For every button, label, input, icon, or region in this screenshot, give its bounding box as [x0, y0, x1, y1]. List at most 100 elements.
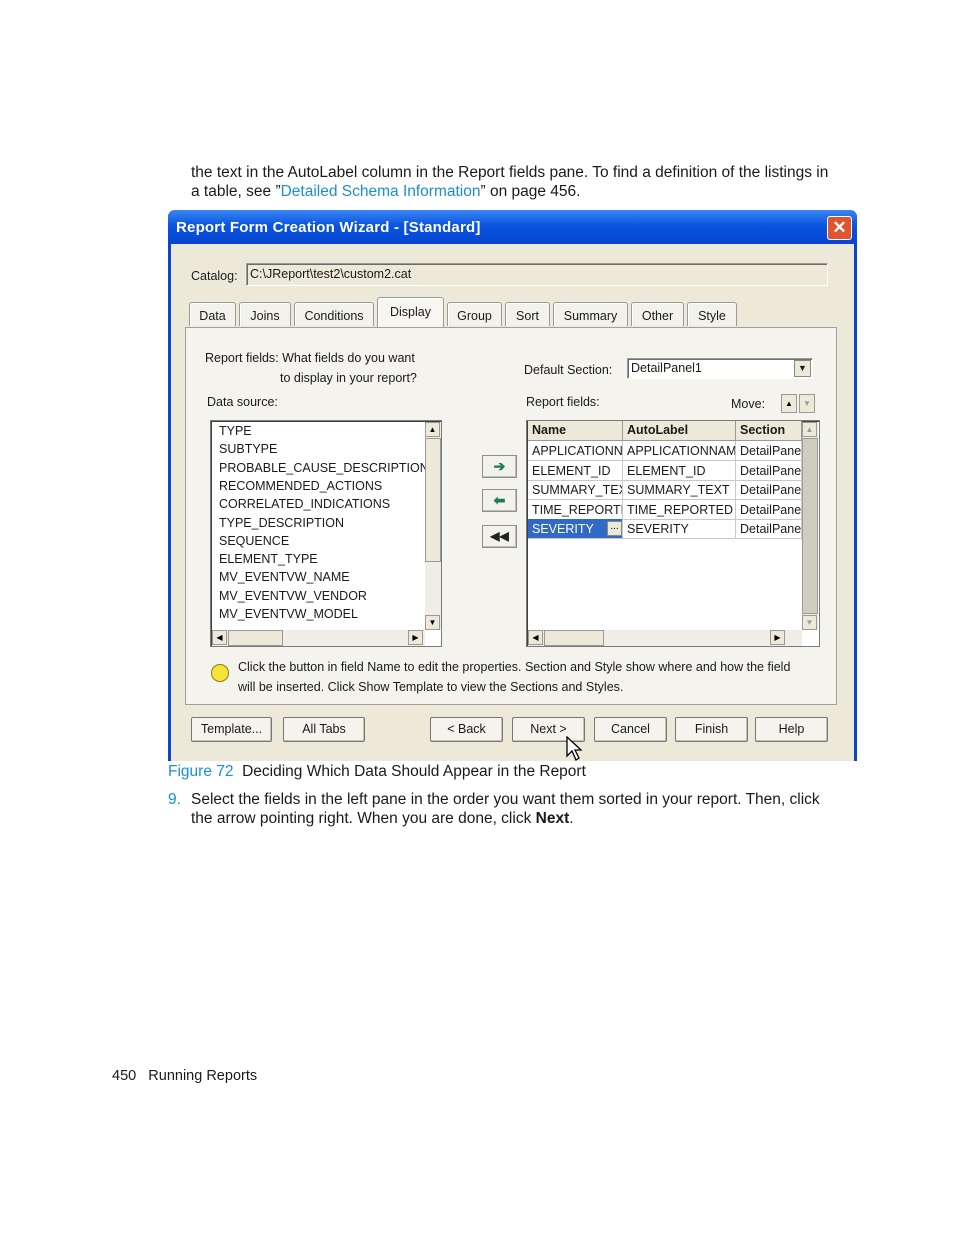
report-fields-grid[interactable]: Name AutoLabel Section APPLICATIONN. APPL… — [526, 420, 820, 647]
grid-vertical-scrollbar[interactable]: ▲ ▼ — [802, 422, 818, 630]
scroll-up-icon[interactable]: ▲ — [425, 422, 440, 437]
move-label: Move: — [731, 397, 766, 411]
list-item[interactable]: PROBABLE_CAUSE_DESCRIPTION — [219, 461, 429, 475]
table-cell[interactable]: DetailPane — [736, 460, 802, 481]
tab-summary[interactable]: Summary — [553, 302, 628, 326]
data-source-label: Data source: — [207, 395, 278, 409]
scroll-left-icon[interactable]: ◀ — [212, 630, 227, 645]
list-item[interactable]: TYPE_DESCRIPTION — [219, 516, 344, 530]
grid-scroll-down-icon[interactable]: ▼ — [802, 615, 817, 630]
list-item[interactable]: RECOMMENDED_ACTIONS — [219, 479, 382, 493]
next-emphasis: Next — [535, 810, 570, 827]
grid-scroll-up-icon[interactable]: ▲ — [802, 422, 817, 437]
default-section-select[interactable]: DetailPanel1 ▼ — [627, 358, 813, 379]
table-cell[interactable]: SEVERITY — [623, 519, 736, 539]
catalog-field[interactable]: C:\JReport\test2\custom2.cat — [246, 263, 828, 286]
schema-link[interactable]: Detailed Schema Information — [281, 183, 481, 200]
scroll-thumb[interactable] — [425, 438, 441, 562]
page-number: 450 — [112, 1068, 137, 1084]
tab-style[interactable]: Style — [687, 302, 737, 326]
grid-scroll-right-icon[interactable]: ▶ — [770, 630, 785, 645]
list-item[interactable]: ELEMENT_TYPE — [219, 552, 318, 566]
grid-scroll-thumb[interactable] — [802, 438, 818, 614]
instruction-line2: to display in your report? — [280, 371, 417, 385]
move-down-icon[interactable]: ▼ — [799, 394, 815, 413]
instruction-line1: Report fields: What fields do you want — [205, 351, 415, 365]
field-properties-button[interactable]: ... — [607, 521, 622, 536]
tab-conditions[interactable]: Conditions — [294, 302, 374, 326]
col-header-section[interactable]: Section — [736, 421, 802, 441]
table-cell[interactable]: DetailPane — [736, 441, 802, 461]
hint-line1: Click the button in field Name to edit t… — [238, 660, 791, 674]
table-cell[interactable]: DetailPane — [736, 480, 802, 500]
catalog-label: Catalog: — [191, 269, 238, 283]
tab-display[interactable]: Display — [377, 297, 444, 327]
scroll-down-icon[interactable]: ▼ — [425, 615, 440, 630]
move-up-icon[interactable]: ▲ — [781, 394, 797, 413]
grid-horizontal-scrollbar[interactable]: ◀ ▶ — [528, 630, 802, 646]
hscroll-thumb[interactable] — [228, 630, 283, 646]
tab-sort[interactable]: Sort — [505, 302, 550, 326]
chevron-down-icon[interactable]: ▼ — [794, 360, 811, 377]
table-cell[interactable]: ELEMENT_ID — [623, 460, 736, 481]
lightbulb-icon — [211, 664, 229, 682]
list-item[interactable]: CORRELATED_INDICATIONS — [219, 497, 390, 511]
all-tabs-button[interactable]: All Tabs — [283, 717, 365, 742]
table-cell[interactable]: DetailPane — [736, 499, 802, 520]
add-field-arrow-icon[interactable]: ➔ — [482, 455, 517, 478]
step-number: 9. — [168, 791, 181, 808]
col-header-name[interactable]: Name — [528, 421, 623, 441]
help-button[interactable]: Help — [755, 717, 828, 742]
table-cell[interactable]: APPLICATIONN. — [528, 441, 623, 461]
table-cell[interactable]: DetailPane — [736, 519, 802, 539]
template-button[interactable]: Template... — [191, 717, 272, 742]
footer-section: Running Reports — [148, 1068, 258, 1084]
grid-hscroll-thumb[interactable] — [544, 630, 604, 646]
scroll-right-icon[interactable]: ▶ — [408, 630, 423, 645]
remove-all-arrow-icon[interactable]: ◀◀ — [482, 525, 517, 548]
table-cell[interactable]: ELEMENT_ID — [528, 460, 623, 481]
dialog-title: Report Form Creation Wizard - [Standard] — [176, 219, 481, 236]
grid-scroll-left-icon[interactable]: ◀ — [528, 630, 543, 645]
list-item[interactable]: MV_EVENTVW_MODEL — [219, 607, 358, 621]
tab-joins[interactable]: Joins — [239, 302, 291, 326]
default-section-value: DetailPanel1 — [631, 361, 702, 375]
title-bar[interactable]: Report Form Creation Wizard - [Standard]… — [168, 210, 857, 244]
horizontal-scrollbar[interactable]: ◀ ▶ — [212, 630, 425, 646]
list-item[interactable]: SUBTYPE — [219, 442, 277, 456]
display-panel: Report fields: What fields do you want t… — [185, 327, 837, 705]
figure-caption: Figure 72 Deciding Which Data Should App… — [168, 762, 586, 781]
close-icon[interactable]: ✕ — [827, 216, 852, 240]
step-body: Select the fields in the left pane in th… — [191, 790, 841, 828]
cancel-button[interactable]: Cancel — [594, 717, 667, 742]
back-button[interactable]: < Back — [430, 717, 503, 742]
tab-other[interactable]: Other — [631, 302, 684, 326]
step-text: Select the fields in the left pane in th… — [191, 791, 820, 827]
table-cell[interactable]: APPLICATIONNAM — [623, 441, 736, 461]
remove-field-arrow-icon[interactable]: ⬅ — [482, 489, 517, 512]
hint-line2: will be inserted. Click Show Template to… — [238, 680, 624, 694]
data-source-list[interactable]: TYPE SUBTYPE PROBABLE_CAUSE_DESCRIPTION REC… — [210, 420, 442, 647]
page-footer: 450 Running Reports — [112, 1067, 257, 1086]
caption-text: Deciding Which Data Should Appear in the… — [242, 763, 586, 780]
vertical-scrollbar[interactable]: ▲ ▼ — [425, 422, 441, 630]
col-header-autolabel[interactable]: AutoLabel — [623, 421, 736, 441]
default-section-label: Default Section: — [524, 363, 613, 377]
list-item[interactable]: TYPE — [219, 424, 252, 438]
table-cell[interactable]: TIME_REPORTE — [528, 499, 623, 520]
table-cell[interactable]: SUMMARY_TEXT — [623, 480, 736, 500]
tab-group[interactable]: Group — [447, 302, 502, 326]
dialog-client: Catalog: C:\JReport\test2\custom2.cat Da… — [171, 244, 854, 761]
list-item[interactable]: MV_EVENTVW_NAME — [219, 570, 350, 584]
table-cell[interactable]: TIME_REPORTED — [623, 499, 736, 520]
wizard-dialog: Report Form Creation Wizard - [Standard]… — [168, 210, 857, 761]
finish-button[interactable]: Finish — [675, 717, 748, 742]
figure-label: Figure 72 — [168, 763, 234, 780]
table-cell[interactable]: SUMMARY_TEX — [528, 480, 623, 500]
intro-text-end: ” on page 456. — [480, 183, 581, 200]
intro-paragraph: the text in the AutoLabel column in the … — [191, 163, 841, 201]
list-item[interactable]: SEQUENCE — [219, 534, 289, 548]
mouse-cursor-icon — [566, 736, 583, 761]
tab-data[interactable]: Data — [189, 302, 236, 326]
list-item[interactable]: MV_EVENTVW_VENDOR — [219, 589, 367, 603]
